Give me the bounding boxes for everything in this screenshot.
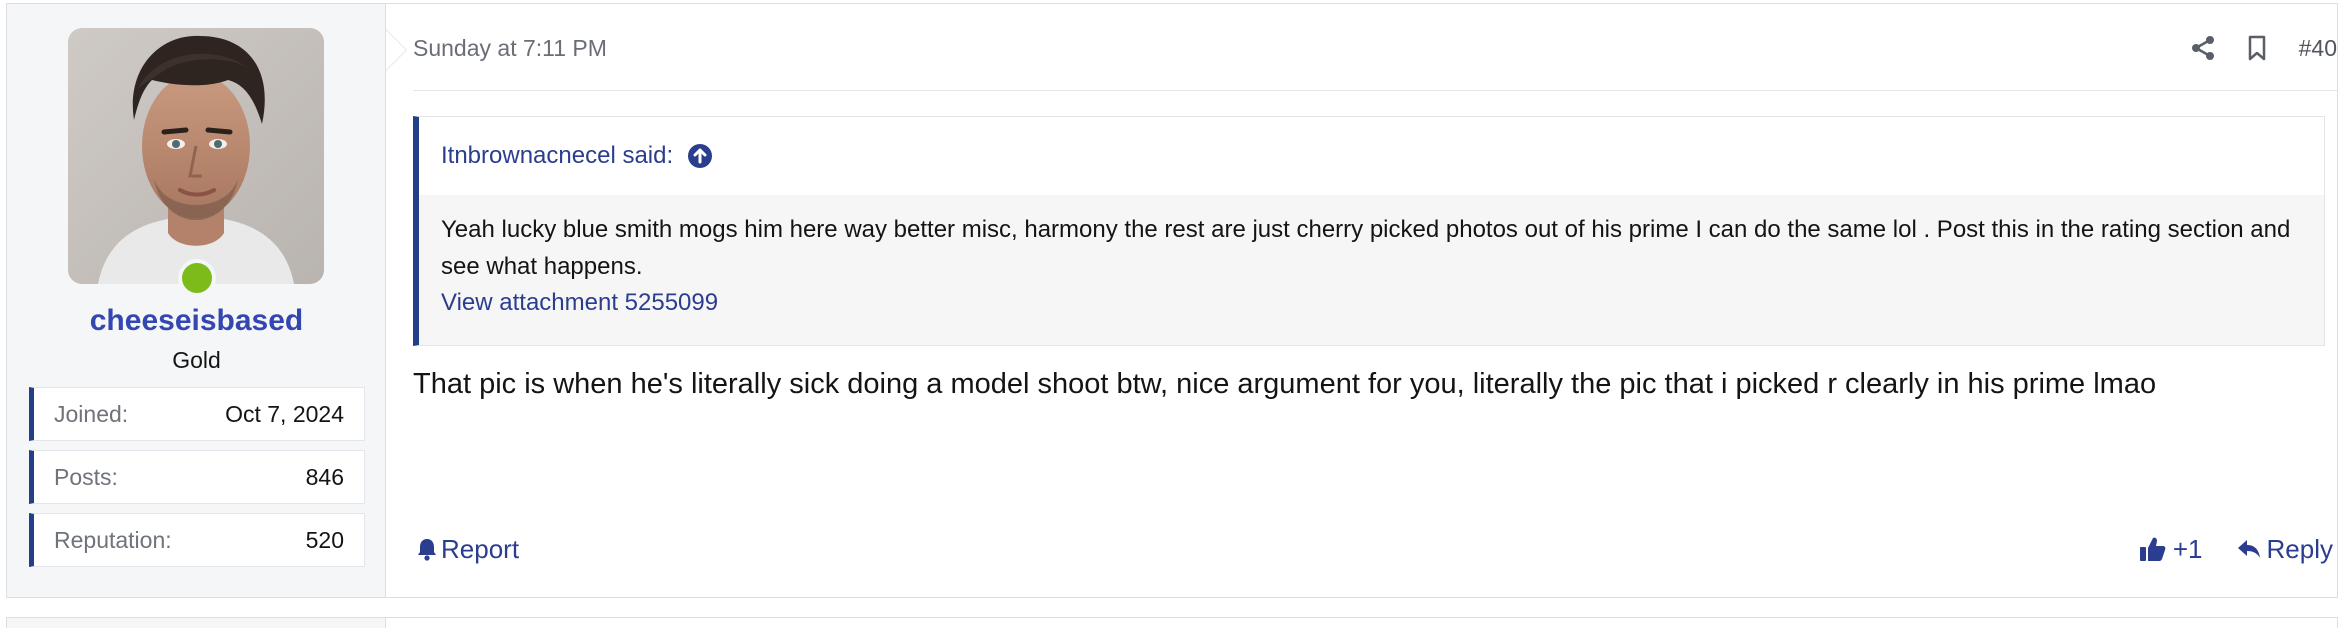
post-timestamp[interactable]: Sunday at 7:11 PM xyxy=(413,35,607,62)
quote-author-link[interactable]: Itnbrownacnecel said: xyxy=(441,142,673,170)
message-body: That pic is when he's literally sick doi… xyxy=(413,368,2157,400)
stat-value: Oct 7, 2024 xyxy=(225,400,344,427)
stat-label: Posts: xyxy=(54,463,118,490)
panel-arrow xyxy=(386,30,406,70)
avatar[interactable] xyxy=(68,28,324,284)
header-divider xyxy=(413,90,2337,91)
user-title: Gold xyxy=(172,347,221,373)
like-label: +1 xyxy=(2172,533,2203,564)
report-button[interactable]: Report xyxy=(417,529,519,569)
quote-block: Itnbrownacnecel said: Yeah lucky blue sm… xyxy=(413,116,2325,346)
jump-to-quote-icon[interactable] xyxy=(687,143,713,169)
report-label: Report xyxy=(441,533,520,564)
stat-joined: Joined: Oct 7, 2024 xyxy=(29,387,365,441)
reply-label: Reply xyxy=(2266,533,2333,564)
reply-arrow-icon xyxy=(2237,538,2261,560)
avatar-image xyxy=(68,28,324,284)
online-status-indicator xyxy=(178,259,216,297)
user-info-panel: cheeseisbased Gold Joined: Oct 7, 2024 P… xyxy=(7,4,386,597)
next-post-edge xyxy=(6,617,2338,628)
like-button[interactable]: +1 xyxy=(2139,534,2203,565)
stat-label: Joined: xyxy=(54,400,129,427)
post-header-actions: #40 xyxy=(2163,28,2337,68)
reply-button[interactable]: Reply xyxy=(2237,534,2333,565)
bookmark-icon[interactable] xyxy=(2243,28,2271,68)
thumbs-up-icon xyxy=(2139,535,2167,563)
stat-label: Reputation: xyxy=(54,526,172,553)
post-footer-actions: +1 Reply xyxy=(2139,529,2333,569)
stat-value: 846 xyxy=(305,463,344,490)
stat-posts: Posts: 846 xyxy=(29,450,365,504)
share-icon[interactable] xyxy=(2189,28,2217,68)
post-message: cheeseisbased Gold Joined: Oct 7, 2024 P… xyxy=(6,3,2338,598)
quote-text: Yeah lucky blue smith mogs him here way … xyxy=(441,216,2291,280)
view-attachment-link[interactable]: View attachment 5255099 xyxy=(441,285,2302,321)
bell-icon xyxy=(417,537,437,561)
quote-body: Yeah lucky blue smith mogs him here way … xyxy=(419,195,2324,345)
post-number-link[interactable]: #40 xyxy=(2299,35,2337,62)
stat-value: 520 xyxy=(305,526,344,553)
post-main: Sunday at 7:11 PM #40 Itnbrownacnecel sa… xyxy=(407,4,2337,597)
stat-reputation: Reputation: 520 xyxy=(29,513,365,567)
next-post-user-panel xyxy=(7,618,386,628)
quote-attribution: Itnbrownacnecel said: xyxy=(419,117,2324,195)
username-link[interactable]: cheeseisbased xyxy=(7,304,386,338)
